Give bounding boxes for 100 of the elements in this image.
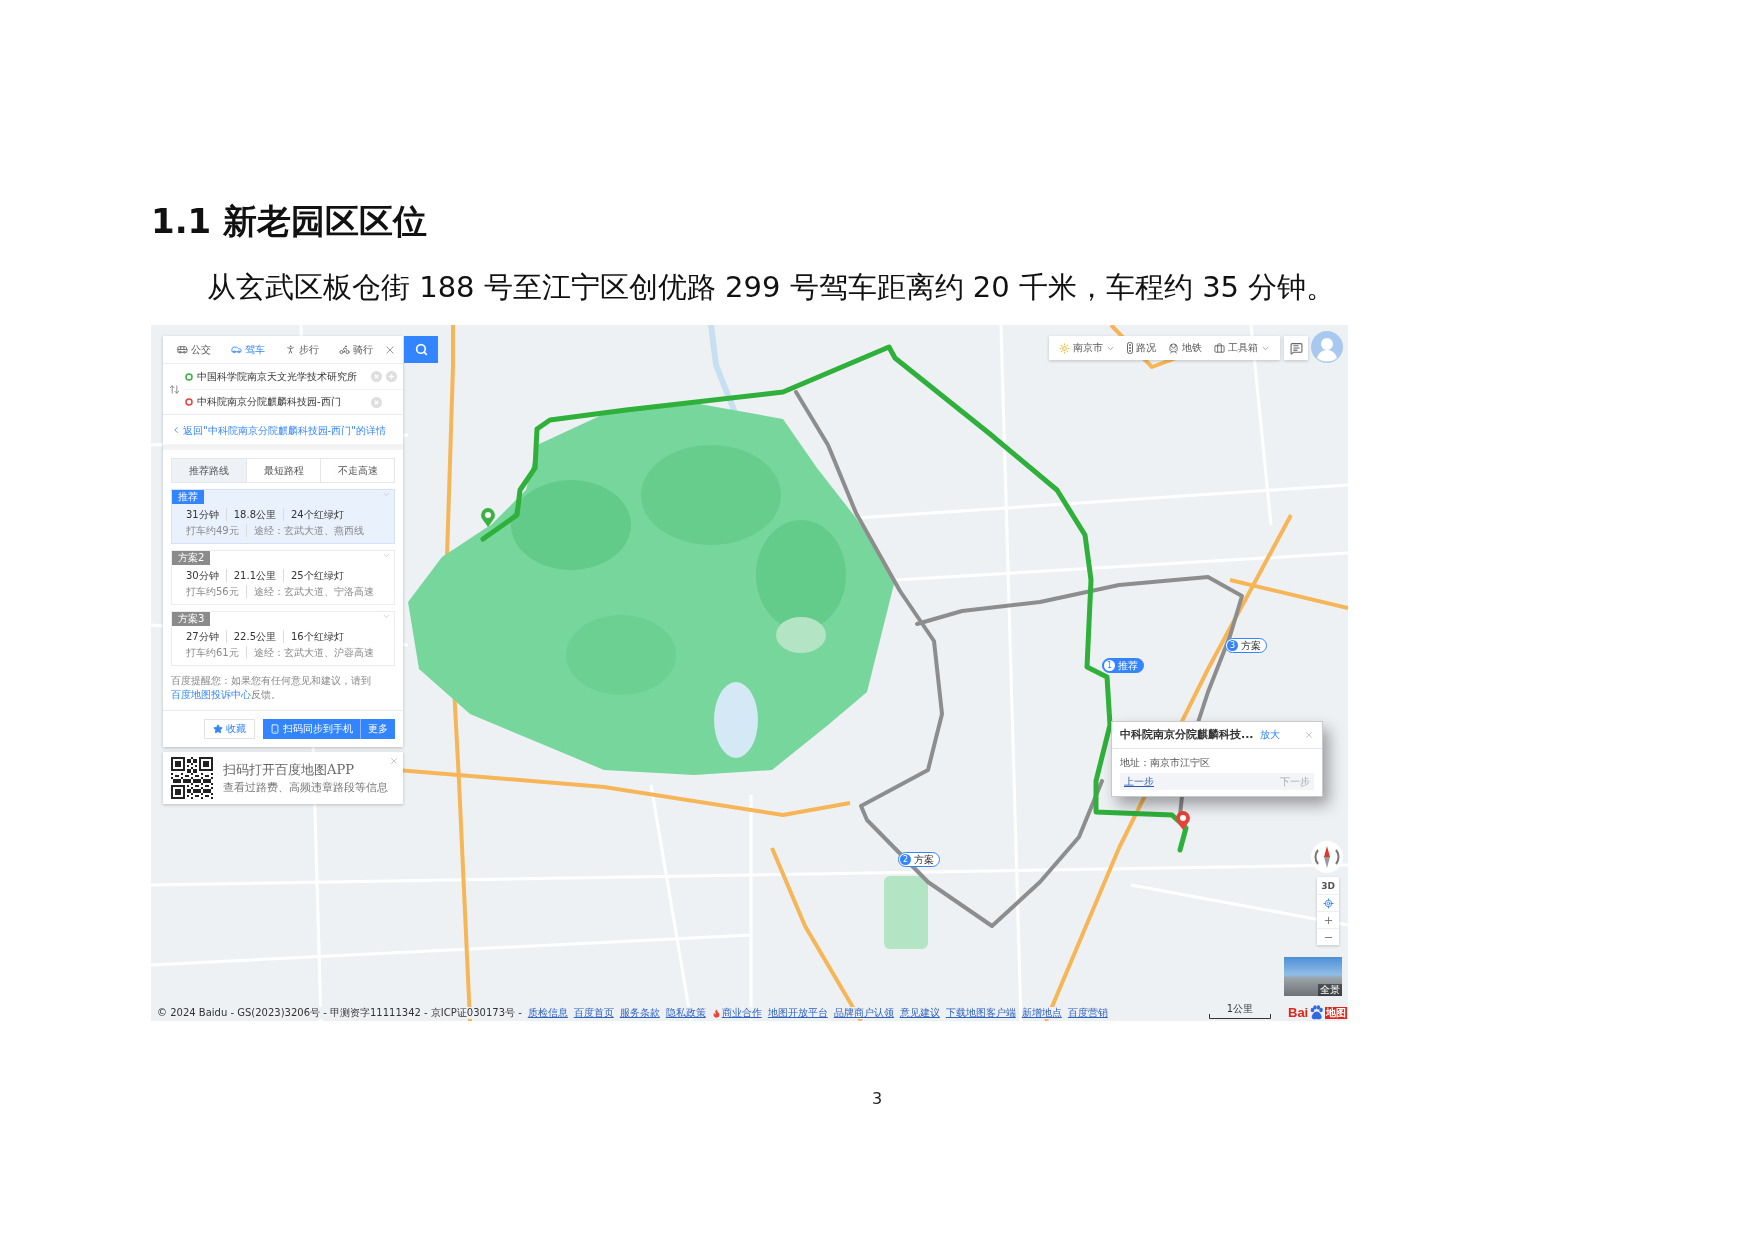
avatar-icon[interactable] (1311, 331, 1343, 363)
zoom-link[interactable]: 放大 (1259, 728, 1280, 742)
feedback-link[interactable]: 百度地图投诉中心 (171, 689, 251, 700)
duration-text: 30分钟 (186, 569, 220, 582)
feedback-notice: 百度提醒您：如果您有任何意见和建议，请到 百度地图投诉中心反馈。 (163, 674, 403, 711)
travel-mode-tab[interactable]: 步行 (275, 336, 329, 363)
copyright-text: © 2024 Baidu - GS(2023)3206号 - 甲测资字11111342 - 京ICP证030173号 - (157, 1007, 522, 1019)
star-icon (213, 724, 223, 734)
street-view-label: 全景 (1318, 984, 1342, 996)
footer-link[interactable]: 百度首页 (573, 1007, 614, 1019)
travel-mode-tab[interactable]: 驾车 (221, 336, 275, 363)
popup-title: 中科院南京分院麒麟科技... (1120, 728, 1254, 742)
car-icon (231, 344, 242, 355)
close-icon (389, 756, 399, 766)
travel-mode-tab[interactable]: 骑行 (329, 336, 383, 363)
via-roads-text: 途经：玄武大道、燕西线 (245, 524, 371, 537)
photo-placeholder[interactable]: 全景 (1284, 957, 1342, 996)
close-button[interactable] (1304, 730, 1314, 740)
chevron-left-icon (171, 425, 181, 435)
paw-icon (1309, 1005, 1325, 1020)
footer-link[interactable]: 隐私政策 (665, 1007, 706, 1019)
close-icon (1304, 730, 1314, 740)
start-field[interactable]: 中国科学院南京天文光学技术研究所 (197, 369, 367, 384)
promo-title: 扫码打开百度地图APP (223, 761, 355, 778)
footer-link[interactable]: 品牌商户认领 (833, 1007, 894, 1019)
close-button[interactable] (389, 756, 399, 766)
search-button[interactable] (404, 336, 438, 363)
footer-link[interactable]: 地图开放平台 (767, 1007, 828, 1019)
distance-text: 22.5公里 (225, 630, 283, 643)
route-number: 3 (1227, 640, 1238, 651)
clear-icon (371, 371, 382, 382)
end-field[interactable]: 中科院南京分院麒麟科技园-西门 (197, 395, 367, 409)
meadow-area (776, 617, 826, 653)
qr-code-icon (171, 757, 213, 799)
alternative-route-line[interactable] (794, 390, 1104, 928)
route-tag: 方案3 (172, 612, 211, 626)
message-icon (1289, 341, 1303, 355)
route-marker[interactable]: 3 方案 (1225, 638, 1267, 653)
plus-icon (1322, 914, 1334, 926)
send-to-phone-button[interactable]: 扫码同步到手机 (263, 719, 360, 739)
more-button[interactable]: 更多 (360, 719, 395, 739)
duration-text: 31分钟 (186, 508, 220, 521)
toolbar-button[interactable]: 地铁 (1168, 341, 1202, 355)
via-roads-text: 途经：玄武大道、宁洛高速 (245, 585, 381, 598)
route-marker[interactable]: 2 方案 (898, 852, 940, 867)
traffic-light-count-text: 25个红绿灯 (283, 569, 351, 582)
logo-text: Bai (1288, 1005, 1309, 1020)
end-pin-icon[interactable] (1176, 811, 1190, 830)
caret-icon (382, 551, 391, 560)
save-button[interactable]: 收藏 (204, 719, 255, 739)
footer-link[interactable]: 意见建议 (899, 1007, 940, 1019)
dropdown-button[interactable]: 南京市 (1059, 341, 1115, 355)
route-tag: 推荐 (172, 490, 204, 504)
route-card[interactable]: 方案3 27分钟 22.5公里 16个红绿灯 打车约61元 途经：玄武大道、沪蓉高速 (171, 611, 395, 666)
route-card[interactable]: 推荐 31分钟 18.8公里 24个红绿灯 打车约49元 途经：玄武大道、燕西线 (171, 489, 395, 544)
route-card[interactable]: 方案2 30分钟 21.1公里 25个红绿灯 打车约56元 途经：玄武大道、宁洛高速 (171, 550, 395, 605)
sun-icon (1059, 342, 1070, 354)
body-text: 从玄武区板仓街 188 号至江宁区创优路 299 号驾车距离约 20 千米，车程约 35 分钟。 (207, 269, 1336, 306)
route-option-tab[interactable]: 推荐路线 (172, 459, 246, 482)
scale-text: 1公里 (1226, 1003, 1254, 1014)
phone-icon (270, 724, 280, 734)
via-roads-text: 途经：玄武大道、沪蓉高速 (245, 646, 381, 659)
step-link[interactable]: 上一步 (1124, 775, 1154, 788)
scale-line (1209, 1014, 1271, 1019)
footer-link[interactable]: 新增地点 (1021, 1007, 1062, 1019)
traffic-light-icon (1127, 342, 1133, 354)
toolbar-button[interactable]: 路况 (1127, 341, 1156, 355)
page-number: 3 (871, 1089, 883, 1109)
caret-icon (382, 612, 391, 621)
search-icon (414, 343, 428, 356)
start-pin-icon[interactable] (481, 508, 495, 527)
taxi-fare-text: 打车约49元 (186, 524, 240, 537)
footer-link[interactable]: 下载地图客户端 (945, 1007, 1016, 1019)
locate-button[interactable] (1317, 894, 1339, 911)
walking-person-icon (285, 344, 296, 355)
bus-icon (177, 344, 188, 355)
route-marker[interactable]: 1 推荐 (1102, 658, 1144, 673)
flame-icon (711, 1008, 721, 1018)
end-dot-icon (185, 398, 193, 406)
briefcase-icon (1214, 342, 1225, 354)
route-number: 1 (1104, 660, 1115, 671)
footer-link[interactable]: 质检信息 (527, 1007, 568, 1019)
view-3d-button[interactable]: 3D (1317, 877, 1339, 894)
distance-text: 21.1公里 (225, 569, 283, 582)
caret-icon (382, 490, 391, 499)
compass-icon[interactable] (1311, 841, 1343, 873)
travel-mode-tab[interactable]: 公交 (167, 336, 221, 363)
route-number: 2 (900, 854, 911, 865)
footer-link[interactable]: 百度营销 (1067, 1007, 1108, 1019)
clear-icon (371, 396, 382, 408)
back-link[interactable]: 返回"中科院南京分院麒麟科技园-西门"的详情 (171, 423, 386, 437)
message-button[interactable] (1284, 336, 1308, 360)
bicycle-icon (339, 344, 350, 355)
plus-icon (386, 371, 397, 382)
section-heading: 1.1 新老园区区位 (151, 200, 428, 242)
duration-text: 27分钟 (186, 630, 220, 643)
footer-link[interactable]: 商业合作 (711, 1007, 762, 1019)
dropdown-button[interactable]: 工具箱 (1214, 341, 1270, 355)
traffic-light-count-text: 16个红绿灯 (283, 630, 351, 643)
footer-link[interactable]: 服务条款 (619, 1007, 660, 1019)
